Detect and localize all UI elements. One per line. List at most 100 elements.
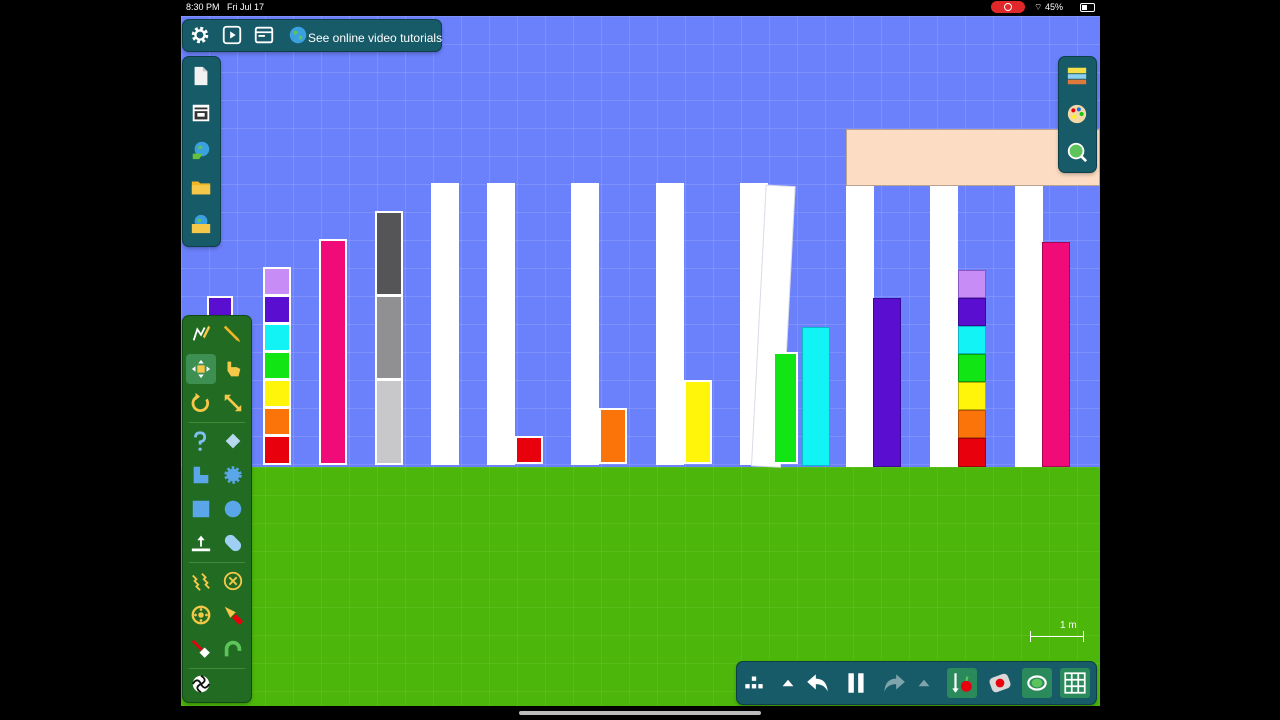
follow-camera-toggle[interactable] (1022, 668, 1052, 698)
white-pillar-1[interactable] (431, 183, 459, 465)
status-bar: 8:30 PM Fri Jul 17 ⌔ 45% (0, 0, 1280, 14)
orange-block[interactable] (599, 408, 627, 464)
online-folder-button[interactable] (188, 211, 214, 237)
file-panel (183, 57, 220, 246)
menu-button[interactable] (739, 668, 769, 698)
pin-tool[interactable] (220, 530, 246, 556)
gear-shape-tool[interactable] (220, 462, 246, 488)
stack-block-green[interactable] (958, 354, 986, 382)
stack-block-violet[interactable] (263, 295, 291, 324)
open-folder-button[interactable] (188, 174, 214, 200)
violet-bar[interactable] (873, 298, 901, 467)
storage-button[interactable] (188, 100, 214, 126)
white-pillar-8[interactable] (1015, 186, 1043, 467)
laser-tool[interactable] (188, 636, 214, 662)
brush-tool[interactable] (220, 320, 246, 346)
tutorials-link-label[interactable]: See online video tutorials (308, 31, 442, 45)
box-tool[interactable] (188, 496, 214, 522)
yellow-block[interactable] (684, 380, 712, 464)
home-indicator[interactable] (519, 711, 761, 715)
status-battery: ⌔ 45% (1034, 2, 1063, 13)
palette-button[interactable] (1064, 101, 1090, 127)
caret-up-icon (918, 679, 930, 687)
redo-button[interactable] (879, 668, 909, 698)
scale-icon (224, 394, 242, 412)
white-pillar-2[interactable] (487, 183, 515, 465)
circle-icon (224, 500, 242, 518)
new-scene-button[interactable] (188, 63, 214, 89)
stack-block-red[interactable] (263, 435, 291, 465)
stack-block-green[interactable] (263, 351, 291, 380)
stack-block-violet[interactable] (958, 298, 986, 326)
pink-bar-right[interactable] (1042, 242, 1070, 467)
online-folder-icon (191, 214, 211, 234)
gray-block-mid[interactable] (375, 295, 403, 380)
pin-icon (224, 534, 242, 552)
storage-icon (192, 104, 210, 122)
plane-tool[interactable] (188, 530, 214, 556)
caret-up-icon (782, 679, 794, 687)
redo-menu-button[interactable] (909, 668, 939, 698)
cut-tool[interactable] (188, 428, 214, 454)
white-pillar-4[interactable] (656, 183, 684, 465)
stack-block-cyan[interactable] (263, 323, 291, 352)
fixate-tool[interactable] (220, 568, 246, 594)
stack-block-lavender[interactable] (958, 270, 986, 298)
rotate-tool[interactable] (188, 390, 214, 416)
pause-icon (848, 673, 864, 693)
stack-block-yellow[interactable] (958, 382, 986, 410)
stack-block-orange[interactable] (263, 407, 291, 436)
gray-block-light[interactable] (375, 379, 403, 465)
green-block[interactable] (773, 352, 798, 464)
chain-tool[interactable] (188, 671, 214, 697)
eraser-icon (225, 433, 241, 449)
play-scene-button[interactable] (219, 22, 245, 48)
stack-block-yellow[interactable] (263, 379, 291, 408)
move-tool[interactable] (186, 354, 216, 384)
simulation-canvas[interactable] (181, 16, 1100, 706)
online-browse-icon (192, 141, 210, 160)
undo-button[interactable] (803, 668, 833, 698)
hinge-tool[interactable] (188, 602, 214, 628)
eraser-tool[interactable] (220, 428, 246, 454)
undo-menu-button[interactable] (773, 668, 803, 698)
palette-icon (1067, 104, 1087, 124)
stack-block-lavender[interactable] (263, 267, 291, 296)
thruster-tool[interactable] (220, 636, 246, 662)
white-pillar-6[interactable] (846, 186, 874, 467)
grid-toggle[interactable] (1060, 668, 1090, 698)
spring-tool[interactable] (188, 568, 214, 594)
sketch-tool[interactable] (188, 320, 214, 346)
grid-dots-icon (745, 676, 763, 689)
red-block[interactable] (515, 436, 543, 464)
white-pillar-3[interactable] (571, 183, 599, 465)
settings-button[interactable] (187, 22, 213, 48)
window-button[interactable] (251, 22, 277, 48)
pink-bar[interactable] (319, 239, 347, 465)
polygon-tool[interactable] (188, 462, 214, 488)
circle-tool[interactable] (220, 496, 246, 522)
tracer-tool[interactable] (220, 602, 246, 628)
white-pillar-7[interactable] (930, 186, 958, 467)
browse-online-button[interactable] (188, 137, 214, 163)
status-date: Fri Jul 17 (227, 2, 265, 12)
zoom-button[interactable] (1064, 139, 1090, 165)
gravity-icon (952, 673, 972, 693)
undo-icon (807, 674, 828, 692)
pause-button[interactable] (841, 668, 871, 698)
stack-block-red[interactable] (958, 438, 986, 467)
stack-block-orange[interactable] (958, 410, 986, 438)
layers-button[interactable] (1064, 63, 1090, 89)
drag-tool[interactable] (220, 356, 246, 382)
recording-indicator-icon (991, 1, 1025, 13)
tool-palette (183, 316, 251, 702)
chain-icon (191, 674, 211, 694)
violet-cube[interactable] (207, 296, 233, 318)
airfriction-toggle[interactable] (985, 668, 1015, 698)
gray-block-dark[interactable] (375, 211, 403, 296)
gravity-toggle[interactable] (947, 668, 977, 698)
cyan-bar[interactable] (802, 327, 830, 466)
window-icon (254, 26, 274, 44)
scale-tool[interactable] (220, 390, 246, 416)
stack-block-cyan[interactable] (958, 326, 986, 354)
